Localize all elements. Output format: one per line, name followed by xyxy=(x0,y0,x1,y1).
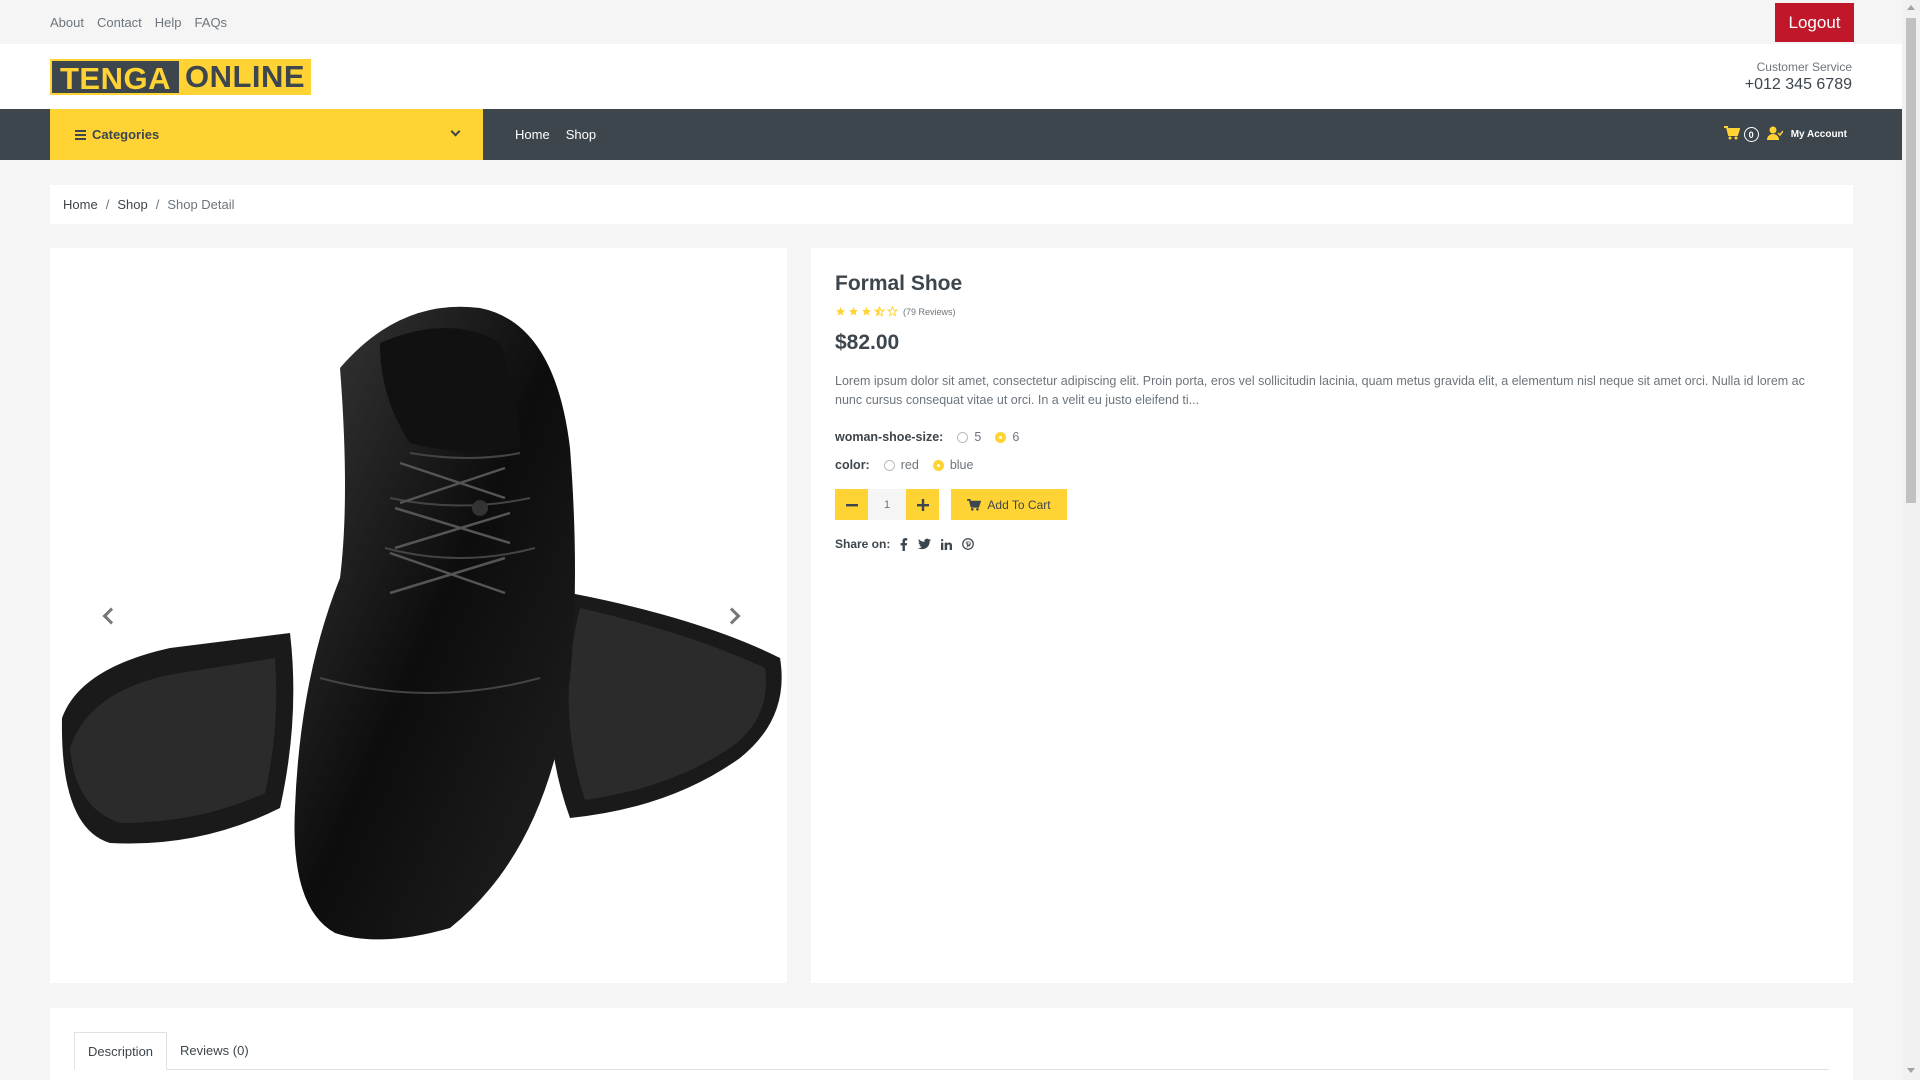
product-price: $82.00 xyxy=(835,331,900,354)
logo[interactable]: TENGA ONLINE xyxy=(50,59,312,96)
nav-shop-link[interactable]: Shop xyxy=(566,127,596,142)
color-option-label: red xyxy=(900,458,919,472)
user-icon[interactable] xyxy=(1766,126,1784,143)
help-link[interactable]: Help xyxy=(155,15,182,30)
size-label: woman-shoe-size: xyxy=(835,430,944,444)
add-to-cart-row: Add To Cart xyxy=(835,489,1829,520)
customer-service-phone: +012 345 6789 xyxy=(1744,76,1852,93)
quantity-minus-button[interactable] xyxy=(835,489,868,520)
add-to-cart-label: Add To Cart xyxy=(987,497,1051,512)
linkedin-icon[interactable] xyxy=(941,538,953,550)
add-to-cart-button[interactable]: Add To Cart xyxy=(951,489,1067,520)
tab-description[interactable]: Description xyxy=(74,1032,168,1070)
customer-service-label: Customer Service xyxy=(1756,60,1852,74)
star-full-icon xyxy=(848,306,859,316)
quantity-input[interactable] xyxy=(868,489,906,520)
radio-checked-icon[interactable] xyxy=(932,459,944,471)
product-description: Lorem ipsum dolor sit amet, consectetur … xyxy=(835,374,1805,407)
customer-service: Customer Service +012 345 6789 xyxy=(1745,60,1852,94)
size-option-label: 6 xyxy=(1012,430,1020,444)
product-image xyxy=(61,306,782,940)
categories-label: Categories xyxy=(92,127,160,142)
color-option-red[interactable]: red xyxy=(883,458,919,472)
top-links: About Contact Help FAQs xyxy=(50,15,227,30)
page-scrollbar[interactable] xyxy=(1902,0,1920,1080)
nav-home-link[interactable]: Home xyxy=(515,127,550,142)
star-half-icon xyxy=(874,306,885,317)
minus-icon xyxy=(845,503,858,506)
radio-checked-icon[interactable] xyxy=(995,431,1007,443)
size-option-5[interactable]: 5 xyxy=(957,430,981,444)
chevron-down-icon xyxy=(450,126,461,137)
scroll-up-icon[interactable] xyxy=(1907,5,1915,10)
product-tabs: Description Reviews (0) xyxy=(74,1032,1829,1070)
cart-count-badge[interactable]: 0 xyxy=(1743,127,1759,142)
pinterest-icon[interactable] xyxy=(962,538,975,550)
product-tabs-panel: Description Reviews (0) xyxy=(50,1008,1853,1080)
main-nav: Categories Home Shop 0 My Account xyxy=(0,109,1902,160)
nav-right: 0 My Account xyxy=(1723,126,1847,143)
product-info: Formal Shoe (79 Reviews) $82.00 Lorem ip… xyxy=(811,248,1853,983)
scroll-down-icon[interactable] xyxy=(1907,1068,1915,1073)
star-empty-icon xyxy=(887,306,898,317)
cart-icon[interactable] xyxy=(1723,126,1741,143)
cart-icon xyxy=(967,498,982,511)
scrollbar-thumb[interactable] xyxy=(1906,18,1916,503)
product-title: Formal Shoe xyxy=(835,272,963,295)
tab-reviews[interactable]: Reviews (0) xyxy=(167,1032,262,1070)
breadcrumb-separator: / xyxy=(155,197,160,212)
twitter-icon[interactable] xyxy=(918,538,932,550)
color-option-blue[interactable]: blue xyxy=(932,458,974,472)
star-full-icon xyxy=(861,306,872,316)
review-count: (79 Reviews) xyxy=(903,306,956,317)
share-row: Share on: xyxy=(835,537,1829,551)
color-label: color: xyxy=(835,458,870,472)
about-link[interactable]: About xyxy=(50,15,84,30)
star-full-icon xyxy=(835,306,846,316)
faqs-link[interactable]: FAQs xyxy=(195,15,228,30)
menu-icon xyxy=(75,128,86,142)
nav-links: Home Shop xyxy=(515,127,596,142)
radio-icon[interactable] xyxy=(883,459,895,471)
size-options: woman-shoe-size: 5 6 xyxy=(835,430,1829,444)
facebook-icon[interactable] xyxy=(900,537,908,551)
color-options: color: red blue xyxy=(835,458,1829,472)
radio-icon[interactable] xyxy=(957,431,969,443)
plus-icon xyxy=(916,498,929,511)
my-account-link[interactable]: My Account xyxy=(1791,129,1847,140)
breadcrumb-current: Shop Detail xyxy=(167,197,235,212)
size-option-label: 5 xyxy=(974,430,982,444)
product-image-carousel xyxy=(50,248,787,983)
size-option-6[interactable]: 6 xyxy=(995,430,1019,444)
share-label: Share on: xyxy=(835,537,891,551)
color-option-label: blue xyxy=(949,458,974,472)
quantity-plus-button[interactable] xyxy=(906,489,939,520)
header: TENGA ONLINE Customer Service +012 345 6… xyxy=(0,44,1902,109)
rating-stars xyxy=(835,306,898,317)
top-bar: About Contact Help FAQs Logout xyxy=(0,0,1902,44)
contact-link[interactable]: Contact xyxy=(97,15,142,30)
categories-dropdown[interactable]: Categories xyxy=(50,109,483,160)
product-rating: (79 Reviews) xyxy=(835,306,1829,317)
logo-part-1: TENGA xyxy=(50,59,179,96)
breadcrumb-home[interactable]: Home xyxy=(63,197,98,212)
breadcrumb: Home / Shop / Shop Detail xyxy=(50,185,1853,224)
breadcrumb-shop[interactable]: Shop xyxy=(117,197,147,212)
logo-part-2: ONLINE xyxy=(179,59,312,95)
logout-button[interactable]: Logout xyxy=(1775,3,1854,42)
breadcrumb-separator: / xyxy=(105,197,110,212)
